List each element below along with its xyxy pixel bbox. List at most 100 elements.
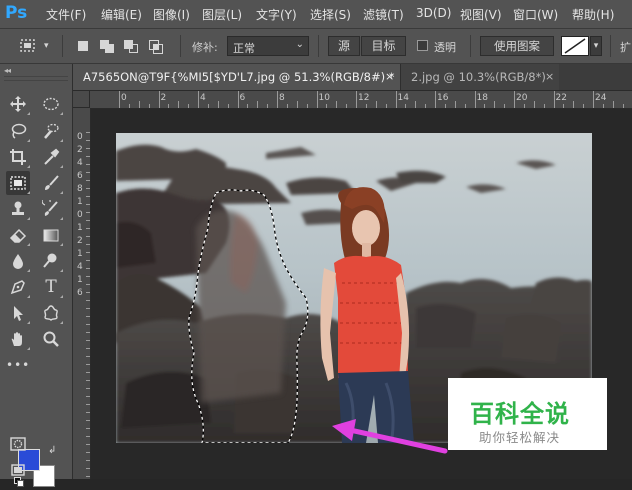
move-icon[interactable] [6, 92, 30, 116]
tools-panel: ◂◂ T ••• ↲ [0, 64, 73, 487]
add-selection-icon[interactable] [97, 37, 117, 55]
ruler-minor-tick [86, 412, 90, 413]
transparent-label: 透明 [434, 41, 456, 54]
quick-mask-icon[interactable] [6, 432, 30, 456]
ruler-tick [593, 91, 594, 108]
menu-help[interactable]: 帮助(H) [572, 6, 614, 23]
divider [318, 35, 319, 57]
ruler-minor-tick [86, 428, 90, 429]
menu-select[interactable]: 选择(S) [310, 6, 351, 23]
ruler-minor-tick [267, 104, 269, 108]
ruler-minor-tick [86, 156, 90, 157]
horizontal-ruler[interactable]: 0 2 4 6 8 10 12 14 16 18 20 22 24 [90, 91, 632, 109]
hand-icon[interactable] [6, 327, 30, 351]
options-bar: ▾ 修补: 正常 ⌄ 源 目标 透明 使用图案 ▾ 扩 [0, 29, 632, 64]
blur-icon[interactable] [6, 249, 30, 273]
ruler-minor-tick [86, 404, 90, 405]
ruler-label: 20 [516, 93, 528, 103]
ruler-minor-tick [533, 101, 535, 108]
menu-edit[interactable]: 编辑(E) [101, 6, 142, 23]
ruler-origin[interactable] [73, 91, 90, 108]
ruler-minor-tick [286, 104, 288, 108]
ruler-label: 14 [397, 93, 409, 103]
watermark-title: 百科全说 [470, 400, 570, 428]
dodge-icon[interactable] [39, 249, 63, 273]
brush-icon[interactable] [39, 171, 63, 195]
tab-document-2[interactable]: 2.jpg @ 10.3%(RGB/8*) × [400, 64, 559, 90]
ruler-label: 6 [239, 93, 246, 103]
menu-view[interactable]: 视图(V) [460, 6, 502, 23]
ruler-minor-tick [86, 180, 90, 181]
gradient-icon[interactable] [39, 223, 63, 247]
ruler-tick [356, 91, 357, 108]
ruler-minor-tick [138, 101, 140, 108]
ruler-minor-tick [227, 104, 229, 108]
ruler-minor-tick [178, 101, 180, 108]
menu-window[interactable]: 窗口(W) [513, 6, 558, 23]
menu-layer[interactable]: 图层(L) [202, 6, 242, 23]
ruler-minor-tick [86, 244, 90, 245]
swap-colors-icon[interactable]: ↲ [48, 445, 56, 456]
screen-mode-icon[interactable] [6, 458, 30, 482]
ruler-label: 1 [77, 275, 83, 285]
ruler-tick [316, 91, 318, 108]
collapse-icon[interactable]: ◂◂ [4, 66, 11, 75]
menu-filter[interactable]: 滤镜(T) [363, 6, 404, 23]
ruler-minor-tick [405, 104, 407, 108]
tab-document-1[interactable]: A7565ON@T9F{%MI5[$YD'L7.jpg @ 51.3%(RGB/… [73, 64, 400, 90]
new-selection-icon[interactable] [73, 37, 93, 55]
annotation-arrow-icon [332, 419, 448, 454]
pen-icon[interactable] [6, 275, 30, 299]
close-icon[interactable]: × [385, 64, 394, 90]
menu-type[interactable]: 文字(Y) [256, 6, 297, 23]
crop-icon[interactable] [6, 145, 30, 169]
history-brush-icon[interactable] [39, 197, 63, 221]
eraser-icon[interactable] [6, 223, 30, 247]
ruler-minor-tick [86, 420, 90, 421]
ruler-minor-tick [86, 252, 90, 253]
zoom-icon[interactable] [39, 327, 63, 351]
type-icon[interactable]: T [39, 275, 63, 299]
intersect-selection-icon[interactable] [146, 37, 166, 55]
pattern-dropdown-icon[interactable]: ▾ [590, 36, 602, 56]
vertical-ruler[interactable]: 0246810121416 [73, 108, 91, 479]
ruler-minor-tick [86, 372, 90, 373]
more-icon[interactable]: ••• [6, 353, 30, 377]
source-button[interactable]: 源 [328, 36, 360, 56]
preset-dropdown-icon[interactable]: ▾ [44, 41, 49, 51]
ruler-tick [237, 91, 239, 108]
ruler-minor-tick [86, 436, 90, 437]
ruler-label: 18 [476, 93, 488, 103]
menu-file[interactable]: 文件(F) [46, 6, 86, 23]
menu-image[interactable]: 图像(I) [153, 6, 190, 23]
ruler-label: 4 [77, 158, 83, 168]
destination-button[interactable]: 目标 [361, 36, 406, 56]
lasso-icon[interactable] [6, 119, 30, 143]
ruler-minor-tick [86, 204, 90, 205]
ruler-minor-tick [86, 460, 90, 461]
eyedropper-icon[interactable] [39, 145, 63, 169]
marquee-ellipse-icon[interactable] [39, 92, 63, 116]
quick-select-icon[interactable] [39, 119, 63, 143]
shape-icon[interactable] [39, 301, 63, 325]
ruler-minor-tick [86, 356, 90, 357]
ruler-label: 1 [77, 223, 83, 233]
ruler-minor-tick [86, 452, 90, 453]
ruler-label: 6 [77, 171, 83, 181]
close-icon[interactable]: × [545, 64, 554, 90]
ruler-label: 8 [77, 184, 83, 194]
transparent-checkbox[interactable] [417, 40, 428, 51]
patch-tool-preset-icon[interactable] [18, 37, 38, 55]
menu-3d[interactable]: 3D(D) [416, 6, 451, 20]
patch-icon[interactable] [6, 171, 30, 195]
pattern-swatch[interactable] [561, 36, 589, 56]
subtract-selection-icon[interactable] [121, 37, 141, 55]
use-pattern-button[interactable]: 使用图案 [480, 36, 554, 56]
stamp-icon[interactable] [6, 197, 30, 221]
ruler-minor-tick [86, 364, 90, 365]
ruler-minor-tick [336, 101, 338, 108]
panel-grip[interactable] [4, 76, 68, 81]
patch-mode-select[interactable]: 正常 ⌄ [227, 36, 309, 56]
ruler-label: 4 [77, 262, 83, 272]
path-select-icon[interactable] [6, 301, 30, 325]
